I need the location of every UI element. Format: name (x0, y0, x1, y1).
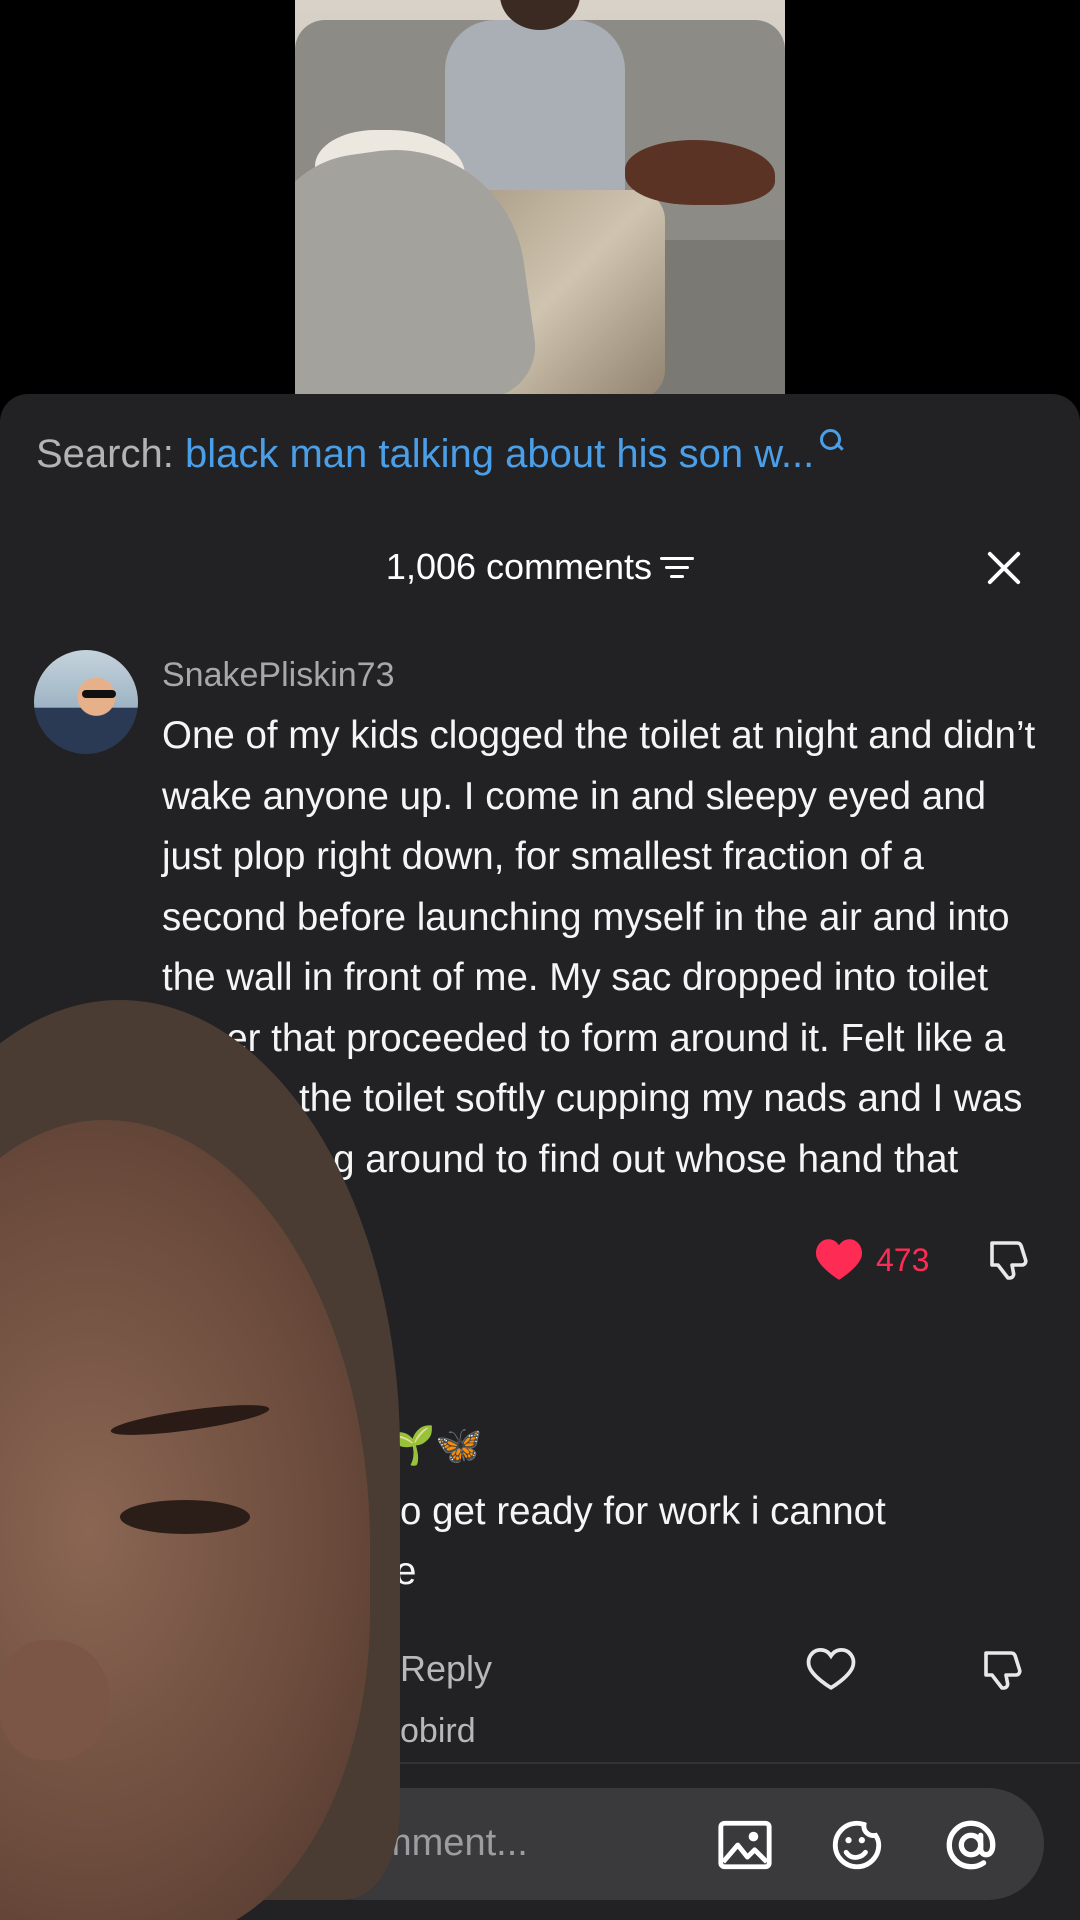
comment-input-placeholder: mment... (380, 1822, 528, 1864)
search-query-link[interactable]: black man talking about his son w... (185, 432, 814, 476)
comments-header: 1,006 comments (0, 546, 1080, 588)
comment-text: o get ready for work i cannot (400, 1490, 886, 1533)
avatar[interactable] (34, 650, 138, 754)
webcam-overlay (0, 1000, 400, 1920)
comments-count: 1,006 comments (385, 546, 653, 587)
comment-text-line2: e (395, 1550, 417, 1593)
search-icon (820, 429, 844, 453)
view-replies-link[interactable]: obird (400, 1712, 476, 1751)
comment-username-emoji[interactable]: 🌱🦋 (388, 1424, 483, 1468)
heart-filled-icon[interactable] (814, 1236, 864, 1282)
emoji-icon[interactable] (828, 1816, 886, 1874)
heart-outline-icon[interactable] (806, 1646, 856, 1692)
comment-username[interactable]: SnakePliskin73 (162, 656, 394, 695)
search-suggestion[interactable]: Search: black man talking about his son … (36, 429, 844, 477)
image-icon[interactable] (716, 1816, 774, 1874)
search-label: Search: (36, 432, 174, 476)
at-sign-icon[interactable] (942, 1816, 1000, 1874)
thumbs-down-icon[interactable] (986, 1236, 1034, 1286)
thumbs-down-icon[interactable] (980, 1646, 1028, 1696)
close-icon[interactable] (980, 544, 1028, 592)
reply-button[interactable]: Reply (400, 1648, 492, 1690)
like-count: 473 (876, 1242, 930, 1278)
filter-lines-icon[interactable] (660, 555, 695, 581)
video-frame (295, 0, 785, 400)
comment-input[interactable]: mment... (300, 1788, 1044, 1900)
video-player[interactable] (0, 0, 1080, 400)
